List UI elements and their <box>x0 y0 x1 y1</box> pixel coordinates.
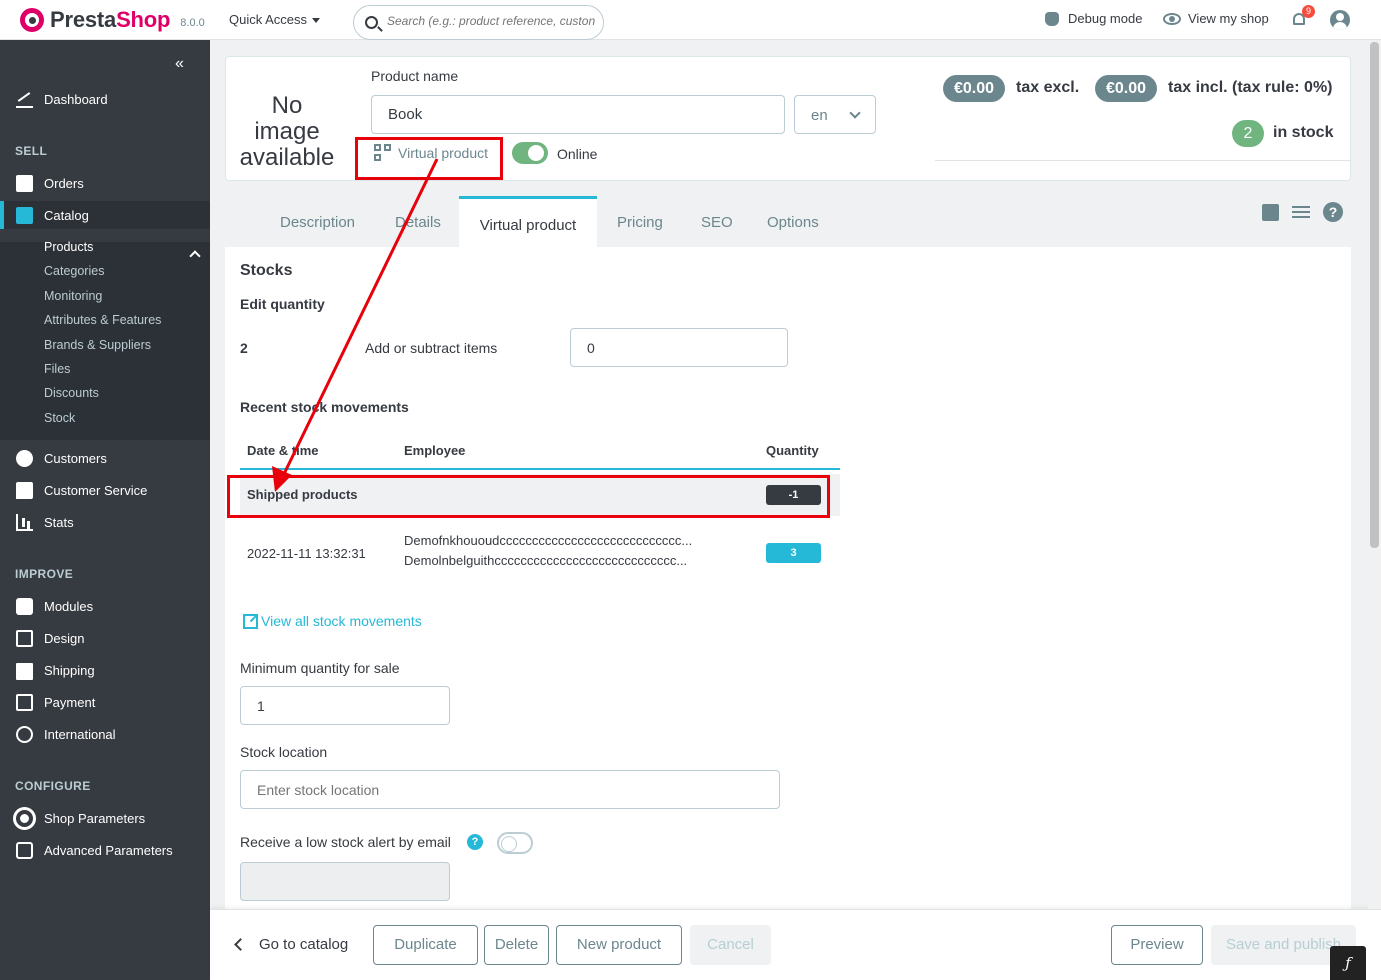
annotation-arrow <box>272 158 439 492</box>
